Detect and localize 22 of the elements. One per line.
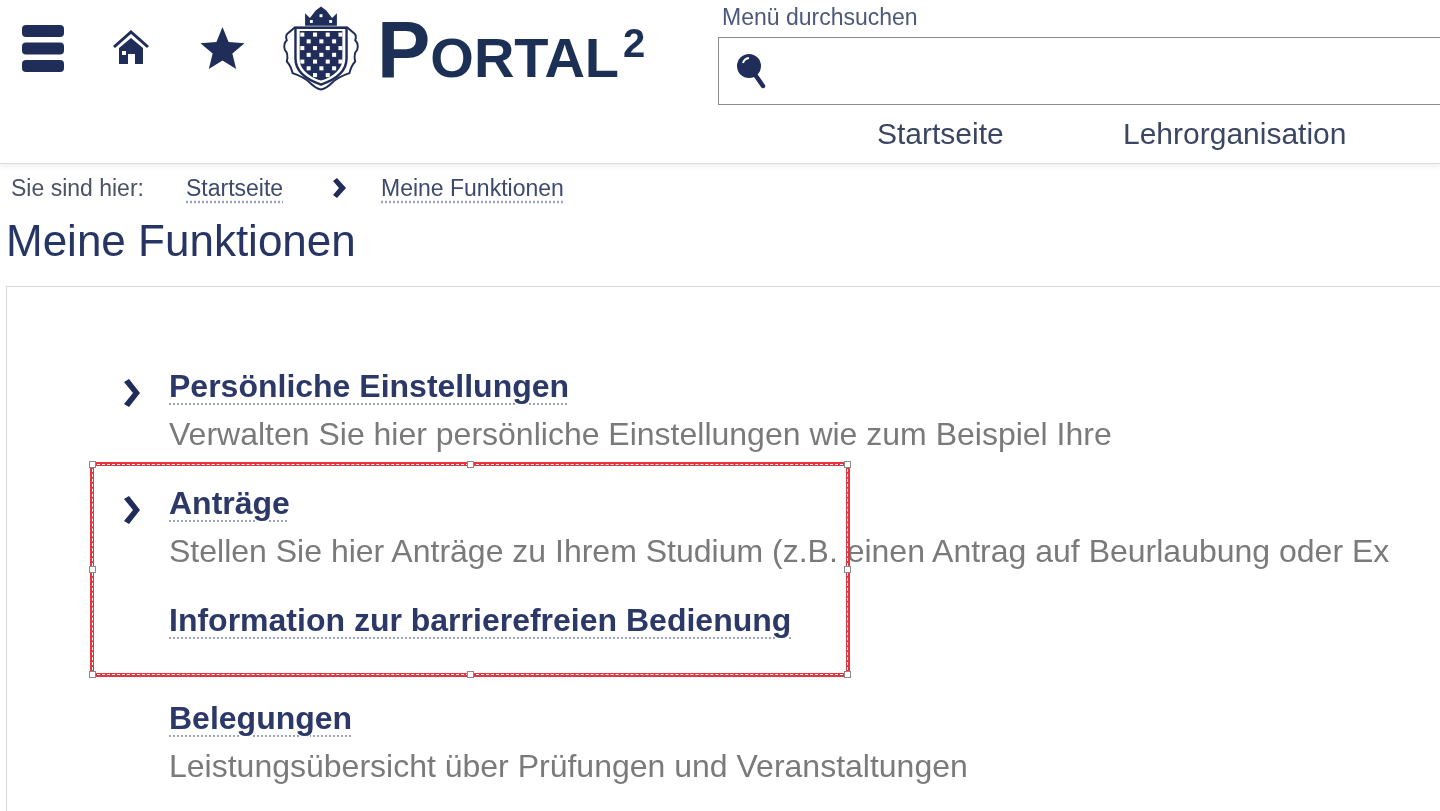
star-icon[interactable]: [200, 27, 245, 69]
page-title: Meine Funktionen: [6, 215, 356, 267]
chevron-right-icon: [333, 178, 346, 198]
breadcrumb-label: Sie sind hier:: [11, 175, 144, 201]
home-icon[interactable]: [112, 30, 150, 66]
function-description: Verwalten Sie hier persönliche Einstellungen wie zum Beispiel Ihre: [169, 415, 1112, 454]
function-link[interactable]: Anträge: [169, 482, 290, 524]
nav-link[interactable]: Lehrorganisation: [1123, 117, 1347, 150]
search-label: Menü durchsuchen: [722, 3, 918, 31]
function-description: Stellen Sie hier Anträge zu Ihrem Studium (z.B. einen Antrag auf Beurlaubung oder Ex: [169, 532, 1390, 571]
function-link[interactable]: Persönliche Einstellungen: [169, 365, 570, 407]
function-link[interactable]: Information zur barrierefreien Bedienung: [169, 599, 792, 641]
search-field[interactable]: [718, 37, 1440, 105]
search-icon: [736, 53, 766, 89]
breadcrumb-link[interactable]: Meine Funktionen: [381, 175, 564, 201]
crest-logo[interactable]: [281, 5, 361, 91]
breadcrumb-link[interactable]: Startseite: [186, 175, 284, 201]
function-link[interactable]: Belegungen: [169, 697, 353, 739]
logo-text: PORTAL$^{2}$: [377, 10, 646, 90]
function-description: Leistungsübersicht über Prüfungen und Veranstaltungen: [169, 747, 968, 786]
nav-link[interactable]: Startseite: [877, 117, 1004, 150]
menu-icon[interactable]: [22, 24, 64, 72]
